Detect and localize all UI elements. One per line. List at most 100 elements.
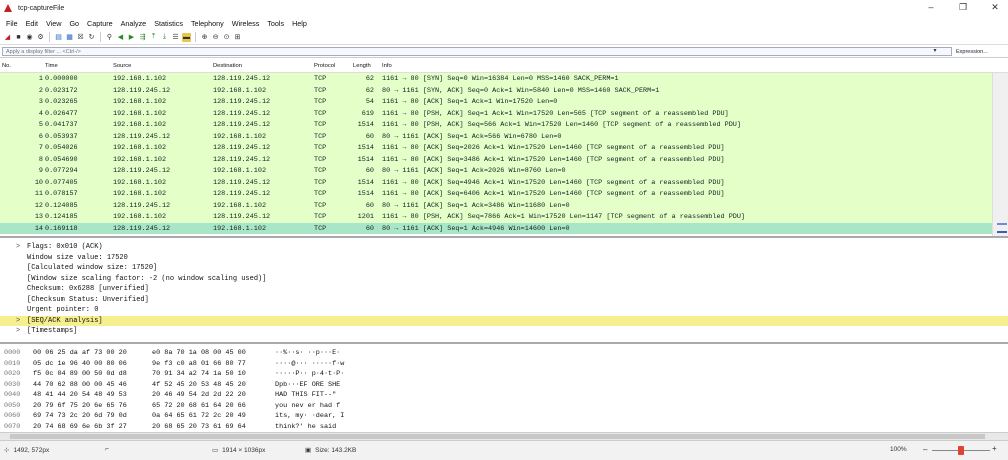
packet-destination: 192.168.1.102: [213, 132, 267, 141]
packet-info: 1161 → 80 [ACK] Seq=6406 Ack=1 Win=17520…: [382, 190, 725, 198]
expand-arrow-icon[interactable]: >: [16, 317, 20, 325]
hex-ascii: think?' he said: [275, 422, 337, 431]
detail-text: Flags: 0x010 (ACK): [27, 243, 103, 251]
menu-telephony[interactable]: Telephony: [187, 19, 228, 28]
packet-row[interactable]: 8 0.054690 192.168.1.102 128.119.245.12 TCP 1…: [0, 153, 992, 165]
menu-file[interactable]: File: [2, 19, 22, 28]
packet-row[interactable]: 12 0.124085 128.119.245.12 192.168.1.102 TCP…: [0, 199, 992, 211]
reload-icon[interactable]: ↻: [87, 33, 96, 42]
packet-number: 13: [34, 213, 43, 221]
detail-row[interactable]: [Window size scaling factor: -2 (no wind…: [0, 274, 1008, 285]
display-filter-input[interactable]: [2, 47, 952, 56]
zoom-in-icon[interactable]: ⊕: [200, 33, 209, 42]
menu-go[interactable]: Go: [65, 19, 83, 28]
first-packet-icon[interactable]: ⤒: [149, 33, 158, 42]
packet-row[interactable]: 11 0.078157 192.168.1.102 128.119.245.12 TCP…: [0, 188, 992, 200]
file-size-icon: ▣: [305, 447, 312, 454]
menu-tools[interactable]: Tools: [263, 19, 288, 28]
detail-row[interactable]: [Calculated window size: 17520]: [0, 263, 1008, 274]
close-button[interactable]: ✕: [988, 2, 1002, 13]
zoom-reset-icon[interactable]: ⊙: [222, 33, 231, 42]
zoom-level: 100%: [890, 446, 907, 453]
zoom-slider[interactable]: – +: [923, 444, 997, 455]
expand-arrow-icon[interactable]: >: [16, 243, 20, 251]
horizontal-scrollbar[interactable]: [0, 432, 1008, 440]
minimize-button[interactable]: –: [924, 2, 938, 13]
zoom-in-icon[interactable]: +: [992, 444, 997, 453]
packet-destination: 128.119.245.12: [213, 144, 271, 152]
restart-capture-icon[interactable]: ◉: [25, 33, 34, 42]
packet-length: 62: [365, 75, 374, 83]
maximize-button[interactable]: ❐: [956, 2, 970, 13]
hex-bytes: f5 0c 04 89 00 50 0d d8: [33, 370, 127, 378]
packet-protocol: TCP: [314, 132, 327, 141]
menu-statistics[interactable]: Statistics: [150, 19, 187, 28]
wireshark-icon: [4, 4, 12, 12]
column-protocol[interactable]: Protocol: [314, 63, 335, 69]
stop-capture-icon[interactable]: ■: [14, 33, 23, 42]
menu-view[interactable]: View: [42, 19, 65, 28]
menu-analyze[interactable]: Analyze: [117, 19, 151, 28]
zoom-out-icon[interactable]: –: [923, 445, 927, 454]
menu-help[interactable]: Help: [288, 19, 311, 28]
detail-row[interactable]: > [Timestamps]: [0, 326, 1008, 337]
colorize-icon[interactable]: ▬: [182, 32, 191, 42]
packet-row[interactable]: 9 0.077294 128.119.245.12 192.168.1.102 TCP 6…: [0, 165, 992, 177]
packet-row[interactable]: 14 0.169118 128.119.245.12 192.168.1.102 TCP…: [0, 222, 992, 234]
menu-bar: File Edit View Go Capture Analyze Statis…: [0, 16, 1008, 30]
save-file-icon[interactable]: ▦: [65, 33, 74, 42]
last-packet-icon[interactable]: ⤓: [160, 33, 169, 42]
column-length[interactable]: Length: [353, 63, 371, 69]
zoom-thumb[interactable]: [958, 446, 964, 455]
packet-row[interactable]: 10 0.077405 192.168.1.102 128.119.245.12 TCP…: [0, 176, 992, 188]
packet-list-scrollbar[interactable]: [992, 73, 1008, 236]
column-source[interactable]: Source: [113, 63, 131, 69]
toolbar-separator: [100, 32, 101, 42]
packet-length: 1514: [357, 178, 374, 187]
cursor-position: ⊹ 1492, 572px: [4, 446, 49, 455]
packet-row[interactable]: 2 0.023172 128.119.245.12 192.168.1.102 TCP 6…: [0, 84, 992, 96]
menu-capture[interactable]: Capture: [83, 19, 117, 28]
image-dimensions: ▭ 1914 × 1036px: [212, 446, 265, 455]
detail-row[interactable]: Urgent pointer: 0: [0, 305, 1008, 316]
packet-row[interactable]: 7 0.054026 192.168.1.102 128.119.245.12 TCP 1…: [0, 142, 992, 154]
packet-source: 192.168.1.102: [113, 190, 167, 198]
packet-row[interactable]: 1 0.000000 192.168.1.102 128.119.245.12 TCP 6…: [0, 73, 992, 85]
autoscroll-icon[interactable]: ☰: [171, 33, 180, 42]
open-file-icon[interactable]: ▤: [54, 33, 63, 42]
scroll-thumb[interactable]: [10, 434, 985, 439]
column-time[interactable]: Time: [45, 63, 58, 69]
column-info[interactable]: Info: [382, 63, 392, 69]
menu-wireless[interactable]: Wireless: [228, 19, 264, 28]
column-no[interactable]: No.: [2, 63, 11, 69]
packet-destination: 128.119.245.12: [213, 213, 271, 221]
expand-arrow-icon[interactable]: >: [16, 327, 20, 335]
detail-row[interactable]: [Checksum Status: Unverified]: [0, 295, 1008, 306]
packet-row[interactable]: 6 0.053937 128.119.245.12 192.168.1.102 TCP 6…: [0, 130, 992, 142]
shark-fin-icon[interactable]: ◢: [3, 33, 12, 42]
packet-source: 192.168.1.102: [113, 109, 167, 118]
detail-row[interactable]: > [SEQ/ACK analysis]: [0, 315, 1008, 326]
capture-options-icon[interactable]: ⚙: [36, 33, 45, 42]
go-to-packet-icon[interactable]: ⇶: [138, 33, 147, 42]
packet-protocol: TCP: [314, 213, 327, 221]
resize-columns-icon[interactable]: ⊞: [233, 33, 242, 42]
packet-source: 128.119.245.12: [113, 201, 171, 210]
zoom-out-icon[interactable]: ⊖: [211, 33, 220, 42]
packet-row[interactable]: 3 0.023265 192.168.1.102 128.119.245.12 TCP 5…: [0, 96, 992, 108]
expression-button[interactable]: Expression...: [956, 49, 988, 55]
packet-row[interactable]: 4 0.026477 192.168.1.102 128.119.245.12 TCP 6…: [0, 107, 992, 119]
packet-row[interactable]: 13 0.124185 192.168.1.102 128.119.245.12 TCP…: [0, 211, 992, 223]
column-destination[interactable]: Destination: [213, 63, 242, 69]
packet-row[interactable]: 5 0.041737 192.168.1.102 128.119.245.12 TCP 1…: [0, 119, 992, 131]
go-back-icon[interactable]: ◀: [116, 33, 125, 42]
go-forward-icon[interactable]: ▶: [127, 33, 136, 42]
detail-row[interactable]: Window size value: 17520: [0, 253, 1008, 264]
filter-dropdown-icon[interactable]: ▾: [930, 47, 940, 56]
menu-edit[interactable]: Edit: [22, 19, 42, 28]
find-packet-icon[interactable]: ⚲: [105, 33, 114, 42]
close-file-icon[interactable]: ☒: [76, 33, 85, 42]
detail-text: [Window size scaling factor: -2 (no wind…: [27, 274, 267, 283]
detail-row[interactable]: Checksum: 0x6288 [unverified]: [0, 284, 1008, 295]
detail-row[interactable]: > Flags: 0x010 (ACK): [0, 242, 1008, 253]
